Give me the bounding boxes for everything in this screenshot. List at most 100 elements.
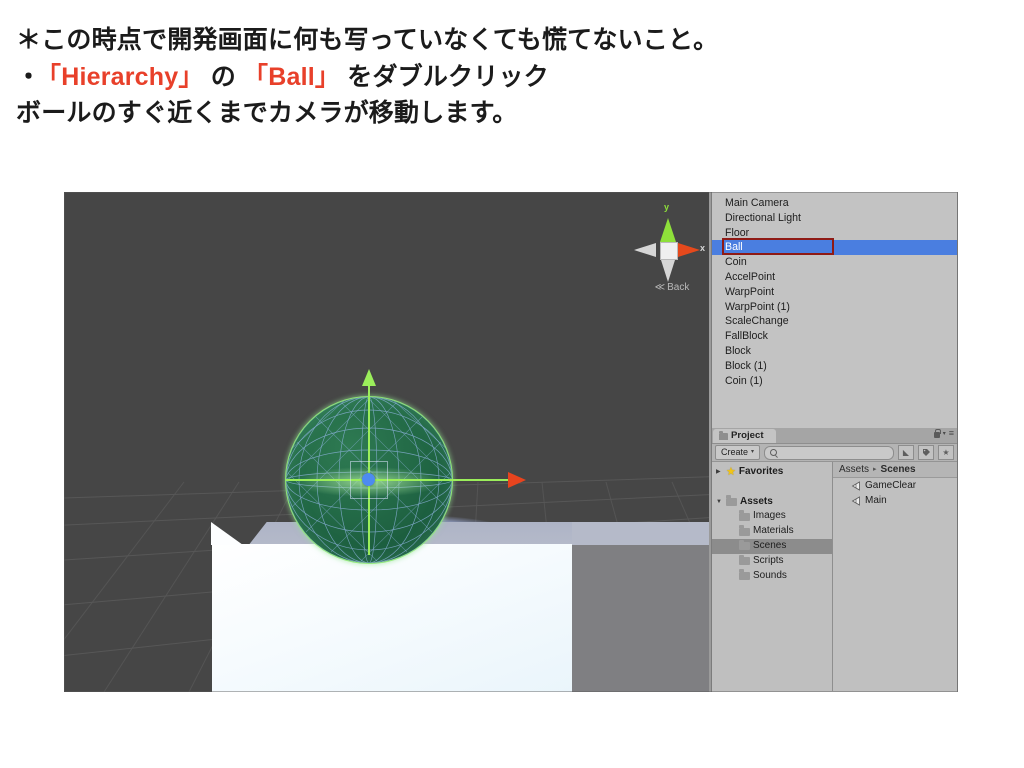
project-tab-controls: ▾ ≡ xyxy=(933,428,954,438)
unity-scene-icon xyxy=(851,480,861,491)
search-input[interactable] xyxy=(764,445,894,460)
tree-item-materials-label: Materials xyxy=(753,525,794,537)
gizmo-x-label: x xyxy=(700,243,706,253)
tree-item-sounds-label: Sounds xyxy=(753,569,787,581)
tree-item-favorites[interactable]: ▶ ★ Favorites xyxy=(712,465,832,480)
highlight-ball: 「Ball」 xyxy=(243,62,341,91)
filter-by-type-icon[interactable]: ◣ xyxy=(898,445,914,460)
hierarchy-item-ball[interactable]: Ball xyxy=(712,240,957,256)
move-gizmo-y-arrow[interactable] xyxy=(362,369,376,386)
breadcrumb-root[interactable]: Assets xyxy=(839,462,869,477)
folder-icon xyxy=(739,539,750,551)
slide-line-2: ・「Hierarchy」 の 「Ball」 をダブルクリック xyxy=(16,59,1006,96)
folder-icon xyxy=(739,554,750,566)
hierarchy-item-warppoint-1[interactable]: WarpPoint (1) xyxy=(712,300,957,315)
lock-icon[interactable] xyxy=(933,428,941,438)
gizmo-view-name: Back xyxy=(667,282,690,293)
slide-line-3: ボールのすぐ近くまでカメラが移動します。 xyxy=(16,99,518,127)
slide-line-2-mid: の xyxy=(203,62,244,91)
tree-item-scenes[interactable]: Scenes xyxy=(712,538,832,554)
tree-item-images[interactable]: Images xyxy=(712,509,832,524)
gizmo-center-cube[interactable] xyxy=(660,242,678,260)
hierarchy-item-accelpoint[interactable]: AccelPoint xyxy=(712,270,957,285)
tree-item-images-label: Images xyxy=(753,510,786,522)
tree-item-scenes-label: Scenes xyxy=(753,539,787,551)
unity-editor-screenshot: y x ≪ Back Main Camera Directional Light … xyxy=(64,192,958,692)
hierarchy-list: Main Camera Directional Light Floor Ball… xyxy=(712,192,957,388)
folder-icon xyxy=(726,495,737,506)
move-gizmo-x-axis[interactable] xyxy=(286,479,522,481)
tree-item-scripts-label: Scripts xyxy=(753,554,784,566)
tab-project[interactable]: Project xyxy=(713,429,776,443)
gizmo-negative-x-cone[interactable] xyxy=(634,243,656,257)
highlight-hierarchy: 「Hierarchy」 xyxy=(36,62,204,91)
unity-scene-icon xyxy=(851,495,861,506)
hierarchy-item-warppoint[interactable]: WarpPoint xyxy=(712,285,957,300)
hierarchy-item-fallblock[interactable]: FallBlock xyxy=(712,329,957,344)
project-folder-tree[interactable]: ▶ ★ Favorites ▼ Assets Images Materials … xyxy=(712,462,833,691)
project-panel[interactable]: Project ▾ ≡ Create ▾ ◣ ★ ▶ ★ Favorites ▼… xyxy=(711,428,958,692)
hierarchy-item-floor[interactable]: Floor xyxy=(712,226,957,241)
create-button-label: Create xyxy=(721,447,749,457)
tree-item-sounds[interactable]: Sounds xyxy=(712,569,832,584)
gizmo-view-label[interactable]: ≪ Back xyxy=(640,282,704,293)
tree-item-assets[interactable]: ▼ Assets xyxy=(712,495,832,510)
search-icon xyxy=(770,449,778,456)
tree-spacer-row xyxy=(712,480,832,495)
folder-icon xyxy=(719,430,728,440)
create-button[interactable]: Create ▾ xyxy=(715,445,761,460)
hierarchy-item-coin[interactable]: Coin xyxy=(712,255,957,270)
hierarchy-item-directional-light[interactable]: Directional Light xyxy=(712,211,957,226)
scene-view[interactable]: y x ≪ Back xyxy=(64,192,709,692)
tree-item-materials[interactable]: Materials xyxy=(712,524,832,539)
chevron-down-icon[interactable]: ▾ xyxy=(943,430,946,437)
scene-view-gizmo[interactable]: y x ≪ Back xyxy=(634,200,706,305)
floor-front-face xyxy=(211,522,572,692)
floor-right-face xyxy=(572,522,709,692)
asset-item-main-label: Main xyxy=(865,495,887,506)
star-icon: ★ xyxy=(726,466,736,478)
tab-project-label: Project xyxy=(731,430,764,441)
slide-line-2-post: をダブルクリック xyxy=(340,62,549,91)
tree-item-scripts[interactable]: Scripts xyxy=(712,554,832,569)
gizmo-x-cone[interactable] xyxy=(678,243,700,257)
project-body: ▶ ★ Favorites ▼ Assets Images Materials … xyxy=(712,462,957,691)
hierarchy-item-main-camera[interactable]: Main Camera xyxy=(712,196,957,211)
filter-by-label-icon[interactable] xyxy=(918,445,934,460)
asset-item-gameclear-label: GameClear xyxy=(865,480,917,491)
chevron-down-icon[interactable]: ▼ xyxy=(716,495,723,510)
project-tab-bar: Project ▾ ≡ xyxy=(712,428,957,444)
bullet-marker: ・ xyxy=(16,62,42,91)
asset-item-gameclear[interactable]: GameClear xyxy=(833,478,957,493)
move-gizmo-center-handle[interactable] xyxy=(362,473,375,486)
project-asset-list[interactable]: Assets ▸ Scenes GameClear Main xyxy=(833,462,957,691)
gizmo-y-label: y xyxy=(664,202,670,212)
tree-item-assets-label: Assets xyxy=(740,495,773,507)
move-gizmo-x-arrow[interactable] xyxy=(508,472,526,488)
gizmo-negative-y-cone[interactable] xyxy=(661,260,675,282)
folder-icon xyxy=(739,569,750,580)
chevron-right-icon[interactable]: ▶ xyxy=(716,465,723,480)
ball-object[interactable] xyxy=(285,369,526,564)
chevron-down-icon: ▾ xyxy=(751,449,755,455)
slide-line-1: ＊この時点で開発画面に何も写っていなくても慌てないこと。 xyxy=(16,26,719,54)
breadcrumb-current: Scenes xyxy=(880,464,916,475)
hierarchy-panel[interactable]: Main Camera Directional Light Floor Ball… xyxy=(711,192,958,428)
slide-text-block: ＊この時点で開発画面に何も写っていなくても慌てないこと。 ・「Hierarchy… xyxy=(16,22,1006,132)
project-toolbar: Create ▾ ◣ ★ xyxy=(712,444,957,462)
hierarchy-item-block-1[interactable]: Block (1) xyxy=(712,359,957,374)
folder-icon xyxy=(739,510,750,521)
gizmo-view-arrow-icon: ≪ xyxy=(654,282,666,293)
hierarchy-item-scalechange[interactable]: ScaleChange xyxy=(712,314,957,329)
chevron-right-icon: ▸ xyxy=(873,466,877,473)
asset-item-main[interactable]: Main xyxy=(833,493,957,508)
hierarchy-item-coin-1[interactable]: Coin (1) xyxy=(712,374,957,389)
tree-item-favorites-label: Favorites xyxy=(738,466,784,477)
label-tag-glyph xyxy=(922,449,930,456)
right-panel-column: Main Camera Directional Light Floor Ball… xyxy=(709,192,958,692)
hierarchy-item-block[interactable]: Block xyxy=(712,344,957,359)
filter-by-favorite-icon[interactable]: ★ xyxy=(938,445,954,460)
gizmo-y-cone[interactable] xyxy=(660,218,676,242)
panel-menu-icon[interactable]: ≡ xyxy=(949,429,954,438)
breadcrumb: Assets ▸ Scenes xyxy=(833,462,957,478)
